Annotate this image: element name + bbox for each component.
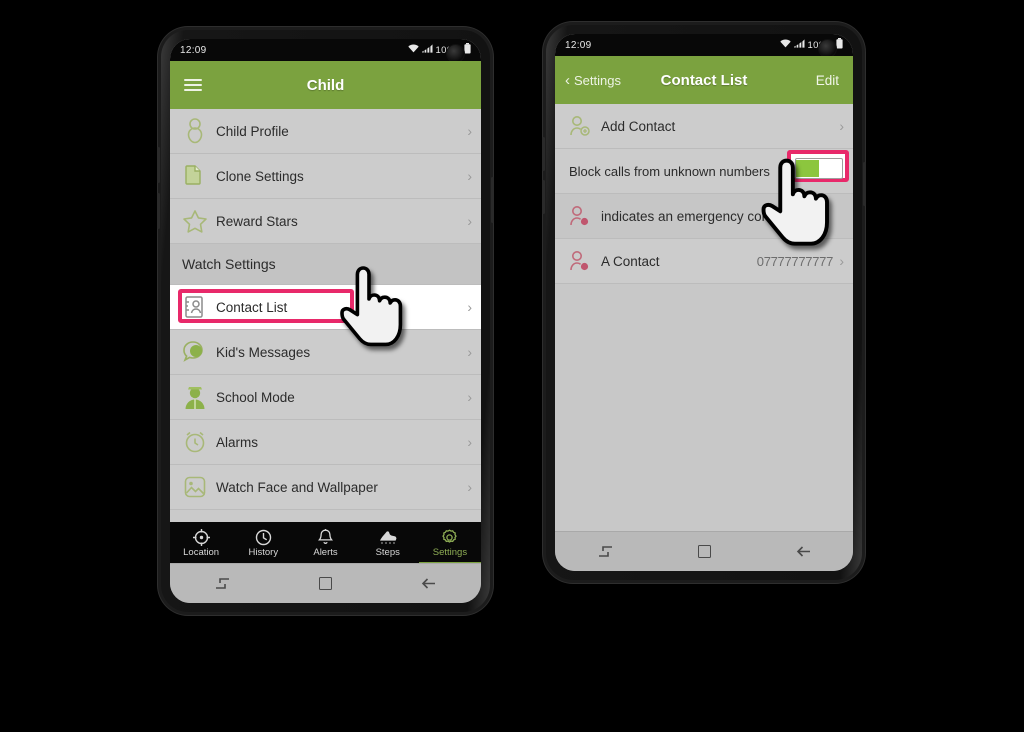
child-profile-icon: [180, 116, 210, 146]
volume-down-button[interactable]: [157, 193, 160, 229]
settings-gear-icon: [441, 528, 458, 546]
right-phone-screen: 12:09 100% ‹ Settings Contact List: [555, 34, 853, 571]
chevron-left-icon: ‹: [565, 71, 570, 89]
tab-location[interactable]: Location: [170, 528, 232, 558]
history-clock-icon: [255, 529, 272, 546]
recents-icon[interactable]: [215, 577, 230, 590]
hamburger-menu-icon[interactable]: [184, 79, 202, 91]
list-item-child-profile[interactable]: Child Profile ›: [170, 109, 481, 154]
settings-list: Child Profile › Clone Settings › Reward …: [170, 109, 481, 555]
list-item-label: Watch Face and Wallpaper: [216, 479, 378, 495]
reward-stars-icon: [180, 206, 210, 236]
chevron-right-icon: ›: [467, 213, 472, 229]
list-item-reward-stars[interactable]: Reward Stars ›: [170, 199, 481, 244]
list-item-watch-face[interactable]: Watch Face and Wallpaper ›: [170, 465, 481, 510]
tab-label: Settings: [432, 546, 468, 558]
list-item-label: Reward Stars: [216, 213, 298, 229]
tab-alerts[interactable]: Alerts: [294, 528, 356, 558]
chevron-right-icon: ›: [467, 299, 472, 315]
android-nav-bar: [170, 563, 481, 603]
hand-cursor-right: [757, 155, 857, 256]
list-item-label: Child Profile: [216, 123, 289, 139]
status-bar-time: 12:09: [180, 44, 207, 56]
list-item-contact-list[interactable]: Contact List ›: [170, 285, 481, 330]
school-mode-icon: [180, 382, 210, 412]
list-item-label: School Mode: [216, 389, 295, 405]
power-button[interactable]: [863, 162, 866, 206]
chevron-right-icon: ›: [467, 389, 472, 405]
location-icon: [192, 528, 210, 546]
app-header: ‹ Settings Contact List Edit: [555, 56, 853, 104]
back-to-settings-button[interactable]: ‹ Settings: [565, 73, 621, 88]
list-item-alarms[interactable]: Alarms ›: [170, 420, 481, 465]
volume-up-button[interactable]: [542, 137, 545, 171]
list-item-label: Add Contact: [601, 118, 676, 134]
tab-label: History: [248, 546, 279, 558]
status-bar: 12:09 100%: [170, 39, 481, 63]
home-square-icon[interactable]: [318, 577, 332, 590]
left-phone-screen: 12:09 100% Child: [170, 39, 481, 603]
wifi-icon: [407, 44, 419, 56]
tab-steps[interactable]: Steps: [357, 529, 419, 558]
bottom-tab-bar: Location History Alerts Steps Settings: [170, 522, 481, 564]
watch-face-icon: [180, 472, 210, 502]
tab-settings[interactable]: Settings: [419, 528, 481, 558]
chevron-right-icon: ›: [467, 434, 472, 450]
alarms-icon: [180, 427, 210, 457]
chevron-right-icon: ›: [467, 344, 472, 360]
app-header: Child: [170, 61, 481, 109]
list-item-label: Block calls from unknown numbers: [569, 163, 770, 179]
list-item-label: Alarms: [216, 434, 259, 450]
add-contact-icon: [565, 111, 595, 141]
edit-button[interactable]: Edit: [816, 73, 839, 88]
page-title: Child: [306, 76, 345, 94]
home-square-icon[interactable]: [697, 545, 711, 558]
chevron-right-icon: ›: [839, 118, 844, 134]
left-phone-device: 12:09 100% Child: [157, 27, 494, 615]
volume-up-button[interactable]: [157, 147, 160, 183]
back-arrow-icon[interactable]: [796, 545, 811, 558]
signal-icon: [421, 44, 433, 56]
volume-down-button[interactable]: [542, 180, 545, 214]
alerts-bell-icon: [318, 528, 333, 546]
section-header-watch-settings: Watch Settings: [170, 244, 481, 285]
tab-label: Steps: [375, 546, 400, 558]
steps-shoe-icon: [378, 529, 398, 546]
chevron-right-icon: ›: [467, 168, 472, 184]
wifi-icon: [779, 39, 791, 51]
list-item-clone-settings[interactable]: Clone Settings ›: [170, 154, 481, 199]
back-button-label: Settings: [574, 72, 621, 88]
kids-messages-icon: [180, 337, 210, 367]
tab-label: Location: [183, 546, 220, 558]
clone-settings-icon: [180, 161, 210, 191]
chevron-right-icon: ›: [467, 479, 472, 495]
list-item-school-mode[interactable]: School Mode ›: [170, 375, 481, 420]
list-item-add-contact[interactable]: Add Contact ›: [555, 104, 853, 149]
hand-cursor-left: [336, 264, 428, 355]
recents-icon[interactable]: [598, 545, 613, 558]
emergency-contact-icon: [565, 201, 595, 231]
list-item-label: Clone Settings: [216, 168, 304, 184]
status-bar: 12:09 100%: [555, 34, 853, 58]
signal-icon: [793, 39, 805, 51]
battery-icon: [464, 43, 471, 57]
battery-icon: [836, 38, 843, 52]
emergency-contact-icon: [565, 246, 595, 276]
tab-label: Alerts: [313, 546, 338, 558]
power-button[interactable]: [491, 177, 494, 223]
right-phone-device: 12:09 100% ‹ Settings Contact List: [542, 22, 866, 583]
chevron-right-icon: ›: [467, 123, 472, 139]
android-nav-bar: [555, 531, 853, 571]
back-arrow-icon[interactable]: [421, 577, 436, 590]
list-item-kids-messages[interactable]: Kid's Messages ›: [170, 330, 481, 375]
status-bar-time: 12:09: [565, 39, 592, 51]
tab-history[interactable]: History: [232, 529, 294, 558]
contact-list-icon: [180, 292, 210, 322]
list-item-label: A Contact: [601, 253, 660, 269]
